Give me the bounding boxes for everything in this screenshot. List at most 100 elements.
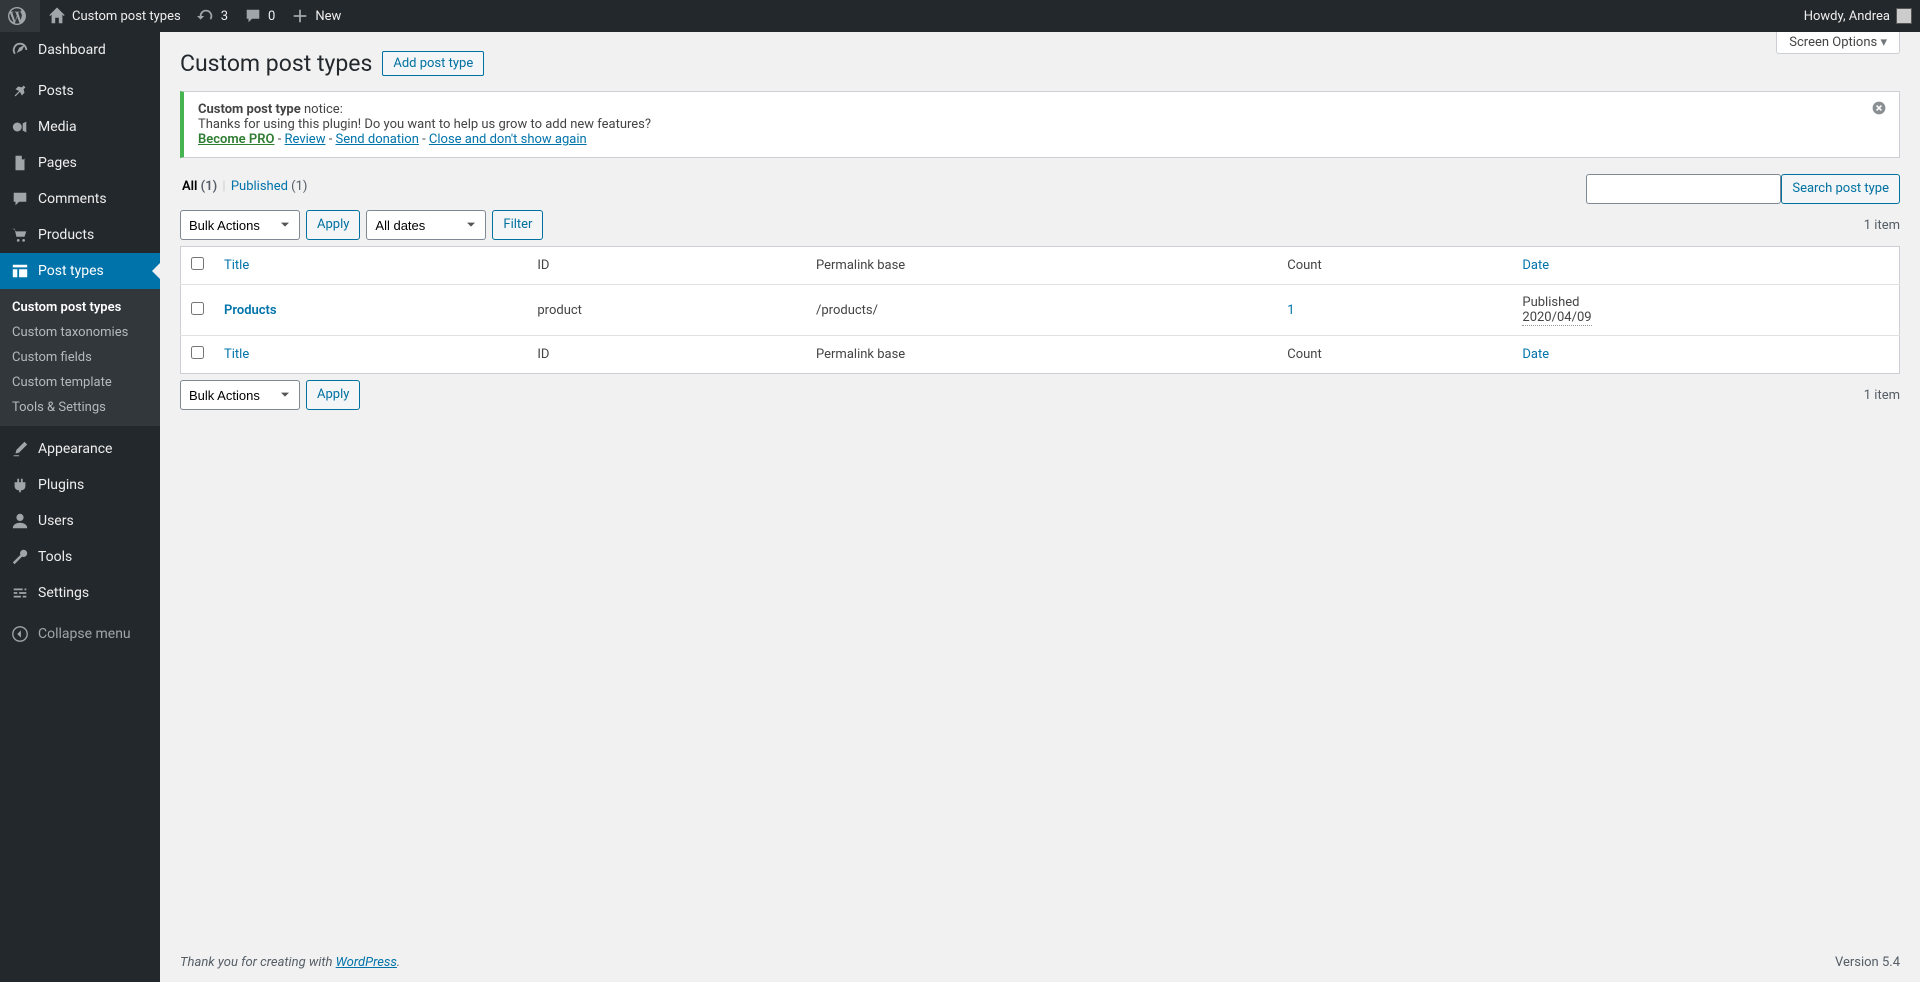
media-icon xyxy=(10,117,30,137)
wordpress-link[interactable]: WordPress xyxy=(336,955,397,970)
sidebar-item-tools[interactable]: Tools xyxy=(0,539,160,575)
sidebar-item-pages[interactable]: Pages xyxy=(0,145,160,181)
site-name: Custom post types xyxy=(72,9,181,24)
content: Custom post types Add post type Custom p… xyxy=(160,32,1920,476)
sidebar-item-dashboard[interactable]: Dashboard xyxy=(0,32,160,68)
wp-logo[interactable] xyxy=(0,0,40,32)
tablenav-actions-bottom: Bulk Actions Apply xyxy=(180,380,360,410)
notice-donate-link[interactable]: Send donation xyxy=(336,132,419,147)
sidebar-item-products[interactable]: Products xyxy=(0,217,160,253)
admin-bar: Custom post types 3 0 New Howdy, Andrea xyxy=(0,0,1920,32)
select-all-checkbox[interactable] xyxy=(191,257,204,270)
search-input[interactable] xyxy=(1586,174,1781,204)
admin-bar-right: Howdy, Andrea xyxy=(1796,0,1920,32)
sidebar-item-post-types[interactable]: Post types xyxy=(0,253,160,289)
sidebar-item-comments[interactable]: Comments xyxy=(0,181,160,217)
row-title-link[interactable]: Products xyxy=(224,303,277,318)
sidebar-item-media[interactable]: Media xyxy=(0,109,160,145)
submenu-custom-template[interactable]: Custom template xyxy=(0,370,160,395)
notice-become-pro-link[interactable]: Become PRO xyxy=(198,132,274,147)
filter-button[interactable]: Filter xyxy=(492,210,543,240)
search-button[interactable]: Search post type xyxy=(1781,174,1900,204)
tablenav-bottom: Bulk Actions Apply 1 item xyxy=(180,380,1900,410)
col-title[interactable]: Title xyxy=(224,347,249,362)
sidebar-collapse[interactable]: Collapse menu xyxy=(0,616,160,652)
sidebar-label: Appearance xyxy=(38,441,112,457)
wrench-icon xyxy=(10,547,30,567)
filter-published[interactable]: Published (1) xyxy=(231,179,308,194)
submenu-custom-fields[interactable]: Custom fields xyxy=(0,345,160,370)
bulk-actions-select[interactable]: Bulk Actions xyxy=(180,210,300,240)
sidebar-item-plugins[interactable]: Plugins xyxy=(0,467,160,503)
table-footer-row: Title ID Permalink base Count Date xyxy=(181,336,1900,374)
plugin-icon xyxy=(10,475,30,495)
sidebar-submenu: Custom post types Custom taxonomies Cust… xyxy=(0,289,160,426)
col-date[interactable]: Date xyxy=(1522,347,1549,362)
sidebar-label: Tools xyxy=(38,549,72,565)
row-count-link[interactable]: 1 xyxy=(1287,303,1294,318)
footer-version: Version 5.4 xyxy=(1835,955,1900,970)
admin-bar-left: Custom post types 3 0 New xyxy=(0,0,349,32)
screen-options-toggle[interactable]: Screen Options xyxy=(1776,32,1900,54)
notice-line2: Thanks for using this plugin! Do you wan… xyxy=(198,117,1861,132)
plus-icon xyxy=(291,7,309,25)
comments-count: 0 xyxy=(268,9,275,24)
pin-icon xyxy=(10,81,30,101)
date-filter-select[interactable]: All dates xyxy=(366,210,486,240)
tablenav-top: Bulk Actions Apply All dates Filter 1 it… xyxy=(180,210,1900,240)
add-post-type-button[interactable]: Add post type xyxy=(382,51,484,76)
updates-link[interactable]: 3 xyxy=(189,0,236,32)
sidebar-item-appearance[interactable]: Appearance xyxy=(0,431,160,467)
col-permalink: Permalink base xyxy=(806,247,1277,285)
page-icon xyxy=(10,153,30,173)
sidebar-item-posts[interactable]: Posts xyxy=(0,73,160,109)
sidebar-label: Media xyxy=(38,119,77,135)
site-name-link[interactable]: Custom post types xyxy=(40,0,189,32)
row-id: product xyxy=(527,285,806,336)
filter-all[interactable]: All (1) xyxy=(182,179,217,194)
row-permalink: /products/ xyxy=(806,285,1277,336)
home-icon xyxy=(48,7,66,25)
row-checkbox[interactable] xyxy=(191,302,204,315)
main-body: Screen Options Custom post types Add pos… xyxy=(160,0,1920,982)
comment-icon xyxy=(244,7,262,25)
dashboard-icon xyxy=(10,40,30,60)
updates-count: 3 xyxy=(221,9,228,24)
col-count: Count xyxy=(1277,247,1512,285)
col-date[interactable]: Date xyxy=(1522,258,1549,273)
search-row: All (1) | Published (1) Search post type xyxy=(180,174,1900,204)
submenu-tools-settings[interactable]: Tools & Settings xyxy=(0,395,160,420)
sidebar-label: Dashboard xyxy=(38,42,106,58)
notice-line1: Custom post type notice: xyxy=(198,102,1861,117)
submenu-custom-post-types[interactable]: Custom post types xyxy=(0,295,160,320)
sidebar-label: Users xyxy=(38,513,74,529)
sidebar-label: Products xyxy=(38,227,94,243)
apply-button-bottom[interactable]: Apply xyxy=(306,380,360,410)
notice-review-link[interactable]: Review xyxy=(285,132,326,147)
sidebar-label: Posts xyxy=(38,83,74,99)
new-content-link[interactable]: New xyxy=(283,0,349,32)
notice-links: Become PRO - Review - Send donation - Cl… xyxy=(198,132,1861,147)
sidebar-item-users[interactable]: Users xyxy=(0,503,160,539)
select-all-checkbox-bottom[interactable] xyxy=(191,346,204,359)
notice-close-link[interactable]: Close and don't show again xyxy=(429,132,587,147)
sidebar-item-settings[interactable]: Settings xyxy=(0,575,160,611)
brush-icon xyxy=(10,439,30,459)
sidebar-label: Comments xyxy=(38,191,107,207)
post-types-table: Title ID Permalink base Count Date Produ… xyxy=(180,246,1900,374)
apply-button[interactable]: Apply xyxy=(306,210,360,240)
notice-strong: Custom post type xyxy=(198,102,301,117)
col-title[interactable]: Title xyxy=(224,258,249,273)
howdy-text: Howdy, Andrea xyxy=(1804,9,1890,24)
footer: Thank you for creating with WordPress. V… xyxy=(160,943,1920,982)
col-id: ID xyxy=(527,247,806,285)
submenu-custom-taxonomies[interactable]: Custom taxonomies xyxy=(0,320,160,345)
table-row: Products product /products/ 1 Published … xyxy=(181,285,1900,336)
new-label: New xyxy=(315,9,341,24)
sidebar-label: Plugins xyxy=(38,477,84,493)
notice-dismiss-button[interactable] xyxy=(1871,100,1891,120)
comments-link[interactable]: 0 xyxy=(236,0,283,32)
admin-sidebar: Dashboard Posts Media Pages Comments Pro… xyxy=(0,32,160,982)
account-link[interactable]: Howdy, Andrea xyxy=(1796,0,1920,32)
bulk-actions-select-bottom[interactable]: Bulk Actions xyxy=(180,380,300,410)
